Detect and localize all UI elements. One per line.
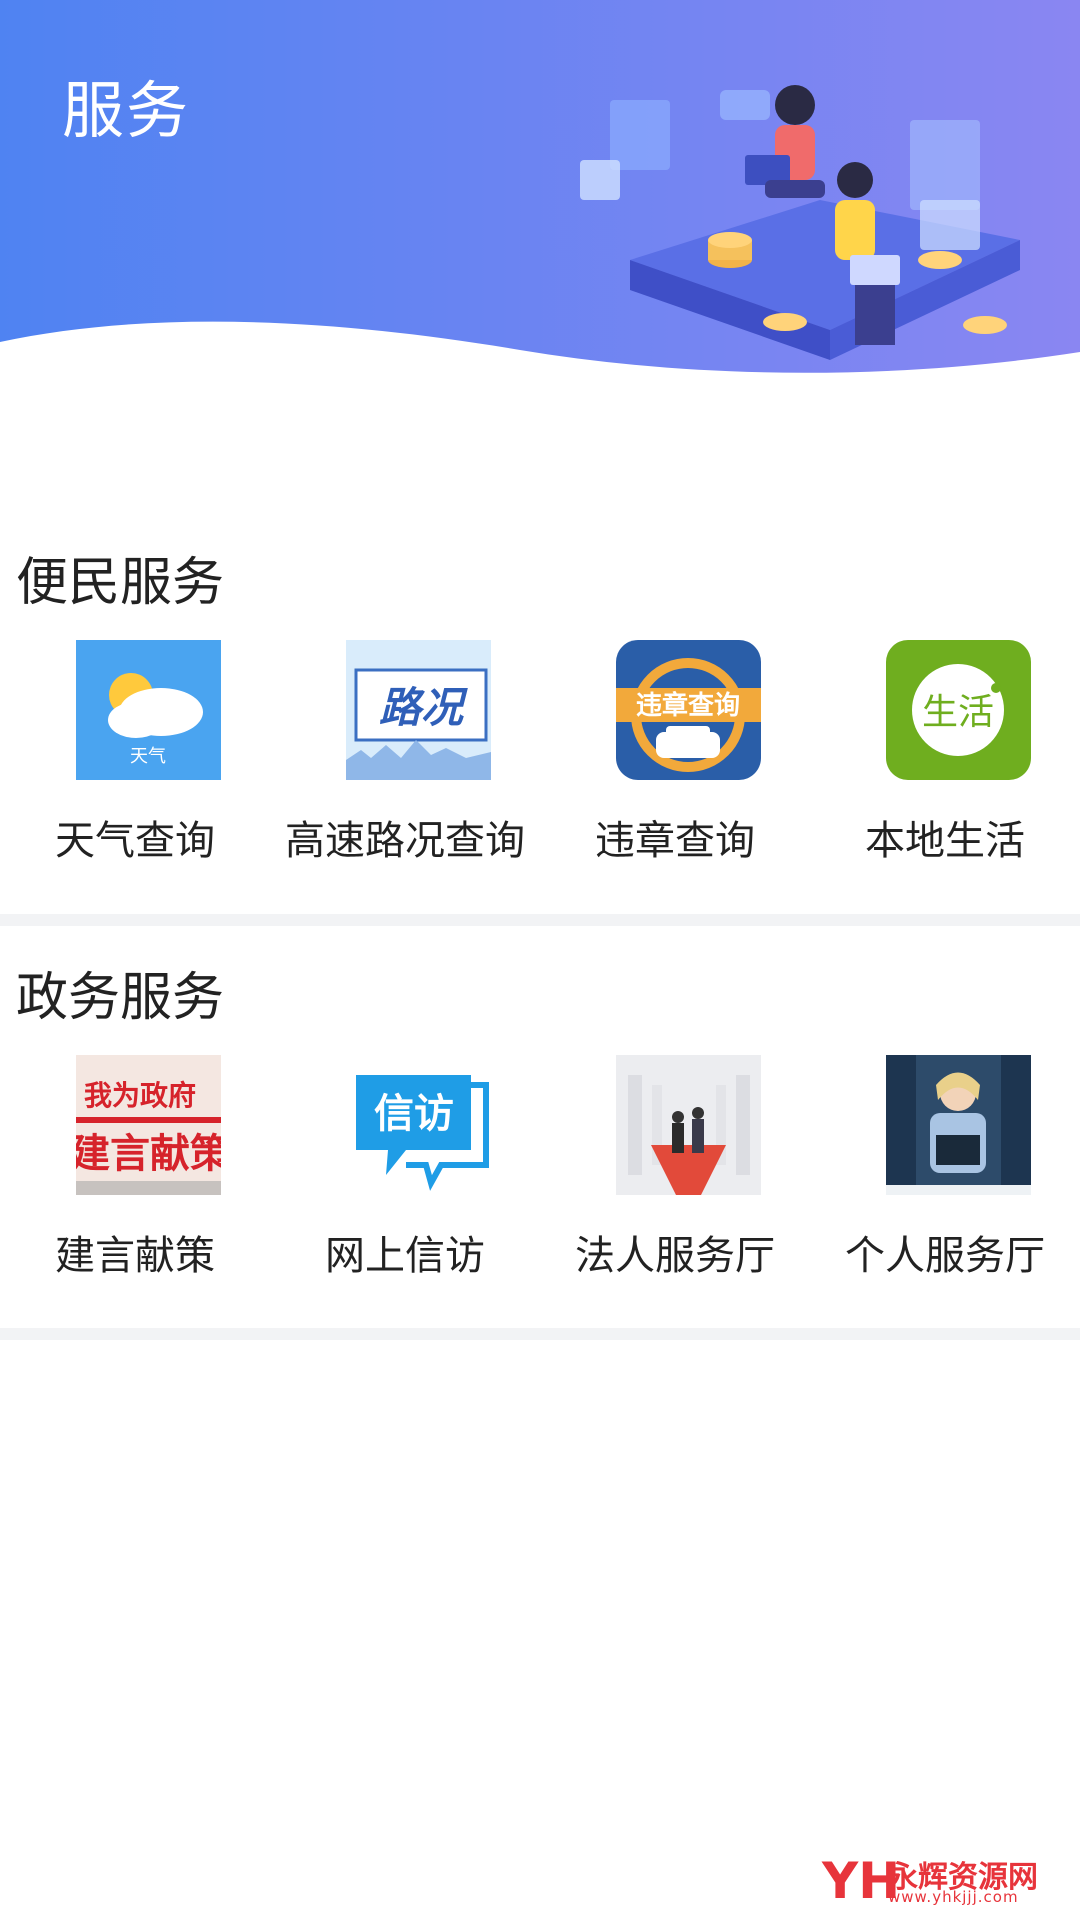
- road-icon-text: 路况: [379, 683, 468, 732]
- suggestion-icon-text-top: 我为政府: [84, 1079, 196, 1112]
- section-government: 政务服务 我为政府 建言献策 建言献策 信访 网上信访 法人服务厅 个人服务厅: [0, 955, 1080, 1335]
- tile-suggestion[interactable]: 我为政府 建言献策 建言献策: [0, 1055, 270, 1295]
- tile-road-condition[interactable]: 路况 高速路况查询: [270, 640, 540, 880]
- section-convenience: 便民服务 天气 天气查询 路况 高速路况查询 违章查询 违章查询 生活 本地生活: [0, 540, 1080, 920]
- tile-label: 违章查询: [595, 818, 755, 864]
- tile-personal-hall[interactable]: 个人服务厅: [810, 1055, 1080, 1295]
- service-grid: 我为政府 建言献策 建言献策 信访 网上信访 法人服务厅 个人服务厅: [0, 1055, 1080, 1295]
- legal-person-hall-icon: [616, 1055, 761, 1195]
- service-grid: 天气 天气查询 路况 高速路况查询 违章查询 违章查询 生活 本地生活: [0, 640, 1080, 880]
- section-title: 便民服务: [16, 553, 225, 613]
- tile-label: 本地生活: [865, 818, 1025, 864]
- page-title: 服务: [62, 74, 191, 147]
- tile-traffic-violation[interactable]: 违章查询 违章查询: [540, 640, 810, 880]
- weather-icon-text: 天气: [130, 746, 166, 767]
- suggestion-icon-text-bottom: 建言献策: [76, 1131, 221, 1177]
- tile-label: 网上信访: [325, 1233, 485, 1279]
- road-condition-icon: 路况: [346, 640, 491, 780]
- tile-petition[interactable]: 信访 网上信访: [270, 1055, 540, 1295]
- watermark-logo: YH 永辉资源网 www.yhkjjj.com: [822, 1844, 1052, 1914]
- header-banner: 服务: [0, 0, 1080, 400]
- tile-label: 天气查询: [55, 818, 215, 864]
- section-divider: [0, 1328, 1080, 1340]
- section-title: 政务服务: [16, 968, 225, 1028]
- header-illustration: [580, 85, 1020, 360]
- watermark-url: www.yhkjjj.com: [888, 1888, 1019, 1906]
- violation-icon-text: 违章查询: [636, 690, 740, 721]
- tile-label: 个人服务厅: [845, 1233, 1045, 1279]
- section-divider: [0, 914, 1080, 926]
- tile-local-life[interactable]: 生活 本地生活: [810, 640, 1080, 880]
- petition-icon: 信访: [346, 1055, 491, 1195]
- local-life-icon-text: 生活: [922, 692, 994, 733]
- weather-icon: 天气: [76, 640, 221, 780]
- tile-legal-person-hall[interactable]: 法人服务厅: [540, 1055, 810, 1295]
- petition-icon-text: 信访: [374, 1091, 454, 1137]
- tile-weather[interactable]: 天气 天气查询: [0, 640, 270, 880]
- personal-hall-icon: [886, 1055, 1031, 1195]
- tile-label: 高速路况查询: [285, 818, 525, 864]
- suggestion-icon: 我为政府 建言献策: [76, 1055, 221, 1195]
- local-life-icon: 生活: [886, 640, 1031, 780]
- tile-label: 法人服务厅: [575, 1233, 775, 1279]
- traffic-violation-icon: 违章查询: [616, 640, 761, 780]
- tile-label: 建言献策: [55, 1233, 215, 1279]
